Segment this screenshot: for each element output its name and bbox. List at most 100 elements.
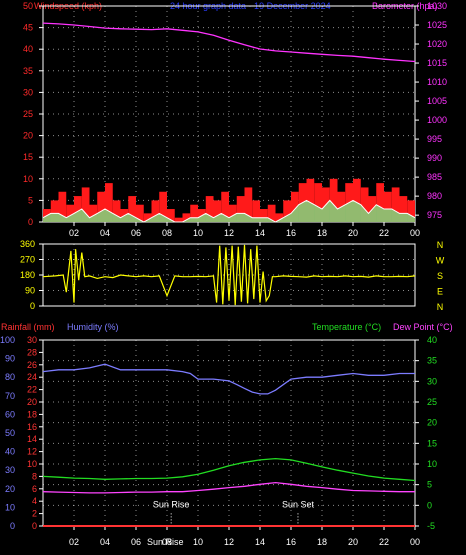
humidity-y-tick-label: 20 (5, 484, 15, 494)
temp-y-tick-label: 30 (427, 376, 437, 386)
temp-chart-x-tick-label: 20 (348, 537, 358, 547)
baro-y-tick-label: 1000 (427, 115, 447, 125)
baro-y-tick-label: 1025 (427, 20, 447, 30)
rain-y-tick-label: 6 (32, 484, 37, 494)
temp-y-tick-label: 35 (427, 356, 437, 366)
humidity-line (42, 363, 415, 395)
wind-chart-x-tick-label: 16 (286, 228, 296, 238)
rain-y-tick-label: 30 (27, 335, 37, 345)
wind-y-tick-label: 45 (23, 23, 33, 33)
temp-y-tick-label: 20 (427, 418, 437, 428)
humidity-y-tick-label: 40 (5, 447, 15, 457)
wind-chart-x-tick-label: 14 (255, 228, 265, 238)
temp-chart-x-tick-label: 14 (255, 537, 265, 547)
temperature-axis-title: Temperature (°C) (312, 322, 381, 332)
baro-y-tick-label: 1010 (427, 77, 447, 87)
wind-chart-x-tick-label: 12 (224, 228, 234, 238)
baro-y-tick-label: 990 (427, 153, 442, 163)
baro-y-tick-label: 995 (427, 134, 442, 144)
temp-y-tick-label: 25 (427, 397, 437, 407)
rain-y-tick-label: 24 (27, 372, 37, 382)
baro-y-tick-label: 975 (427, 210, 442, 220)
direction-y-tick-label: 90 (25, 286, 35, 296)
compass-label: N (437, 302, 444, 312)
temp-chart-x-tick-label: 16 (286, 537, 296, 547)
direction-y-tick-label: 270 (20, 255, 35, 265)
dewpoint-axis-title: Dew Point (°C) (393, 322, 453, 332)
baro-y-tick-label: 980 (427, 191, 442, 201)
humidity-y-tick-label: 90 (5, 354, 15, 364)
humidity-y-tick-label: 60 (5, 409, 15, 419)
temp-y-tick-label: -5 (427, 521, 435, 531)
wind-chart-x-tick-label: 20 (348, 228, 358, 238)
wind-chart-x-tick-label: 18 (317, 228, 327, 238)
sun-marker-label: Sun Set (282, 499, 315, 509)
rain-y-tick-label: 26 (27, 360, 37, 370)
temp-chart-x-tick-label: 22 (379, 537, 389, 547)
rain-y-tick-label: 28 (27, 347, 37, 357)
temp-chart-x-tick-label: 00 (410, 537, 420, 547)
temp-chart-x-tick-label: 10 (193, 537, 203, 547)
rain-y-tick-label: 0 (32, 521, 37, 531)
temp-chart-x-tick-label: 06 (131, 537, 141, 547)
temp-chart-x-tick-label: 04 (100, 537, 110, 547)
sun-marker-label: Sun Rise (153, 499, 190, 509)
humidity-axis-title: Humidity (%) (67, 322, 119, 332)
wind-chart-x-tick-label: 08 (162, 228, 172, 238)
wind-y-tick-label: 35 (23, 66, 33, 76)
wind-chart-x-tick-label: 04 (100, 228, 110, 238)
temp-y-tick-label: 0 (427, 500, 432, 510)
wind-chart-x-tick-label: 10 (193, 228, 203, 238)
humidity-y-tick-label: 100 (0, 335, 15, 345)
temp-y-tick-label: 5 (427, 480, 432, 490)
rain-y-tick-label: 8 (32, 471, 37, 481)
compass-label: E (437, 287, 443, 297)
wind-y-tick-label: 25 (23, 109, 33, 119)
compass-label: W (436, 256, 445, 266)
temp-chart-x-tick-label: 12 (224, 537, 234, 547)
temp-chart-frame (42, 339, 416, 527)
wind-y-tick-label: 10 (23, 174, 33, 184)
humidity-y-tick-label: 70 (5, 391, 15, 401)
baro-y-tick-label: 985 (427, 172, 442, 182)
wind-chart-x-tick-label: 22 (379, 228, 389, 238)
rain-y-tick-label: 12 (27, 447, 37, 457)
wind-y-tick-label: 0 (28, 217, 33, 227)
wind-chart-x-tick-label: 02 (69, 228, 79, 238)
direction-y-tick-label: 360 (20, 239, 35, 249)
rain-y-tick-label: 2 (32, 509, 37, 519)
rain-y-tick-label: 20 (27, 397, 37, 407)
barometer-line (42, 22, 416, 63)
temperature-line (42, 457, 416, 482)
wind-y-tick-label: 20 (23, 131, 33, 141)
compass-label: N (437, 240, 444, 250)
humidity-y-tick-label: 30 (5, 465, 15, 475)
baro-y-tick-label: 1030 (427, 1, 447, 11)
rain-y-tick-label: 22 (27, 385, 37, 395)
rain-y-tick-label: 10 (27, 459, 37, 469)
temp-chart-x-tick-label: 18 (317, 537, 327, 547)
compass-label: S (437, 271, 443, 281)
wind-y-tick-label: 30 (23, 87, 33, 97)
weather-charts: Windspeed (kph) 24 hour graph data - 19 … (0, 1, 453, 547)
wind-y-tick-label: 5 (28, 195, 33, 205)
humidity-y-tick-label: 50 (5, 428, 15, 438)
rain-y-tick-label: 4 (32, 496, 37, 506)
direction-y-tick-label: 0 (30, 301, 35, 311)
wind-y-tick-label: 50 (23, 1, 33, 11)
temp-y-tick-label: 40 (427, 335, 437, 345)
baro-y-tick-label: 1020 (427, 39, 447, 49)
baro-y-tick-label: 1015 (427, 58, 447, 68)
rain-y-tick-label: 18 (27, 409, 37, 419)
rainfall-axis-title: Rainfall (mm) (1, 322, 55, 332)
temp-y-tick-label: 15 (427, 438, 437, 448)
humidity-y-tick-label: 0 (10, 521, 15, 531)
wind-chart-x-tick-label: 00 (410, 228, 420, 238)
humidity-y-tick-label: 80 (5, 372, 15, 382)
wind-gust-bar (174, 217, 183, 222)
wind-chart-x-tick-label: 06 (131, 228, 141, 238)
temp-chart-x-tick-label: 08 (162, 537, 172, 547)
wind-y-tick-label: 40 (23, 44, 33, 54)
direction-y-tick-label: 180 (20, 270, 35, 280)
humidity-y-tick-label: 10 (5, 502, 15, 512)
